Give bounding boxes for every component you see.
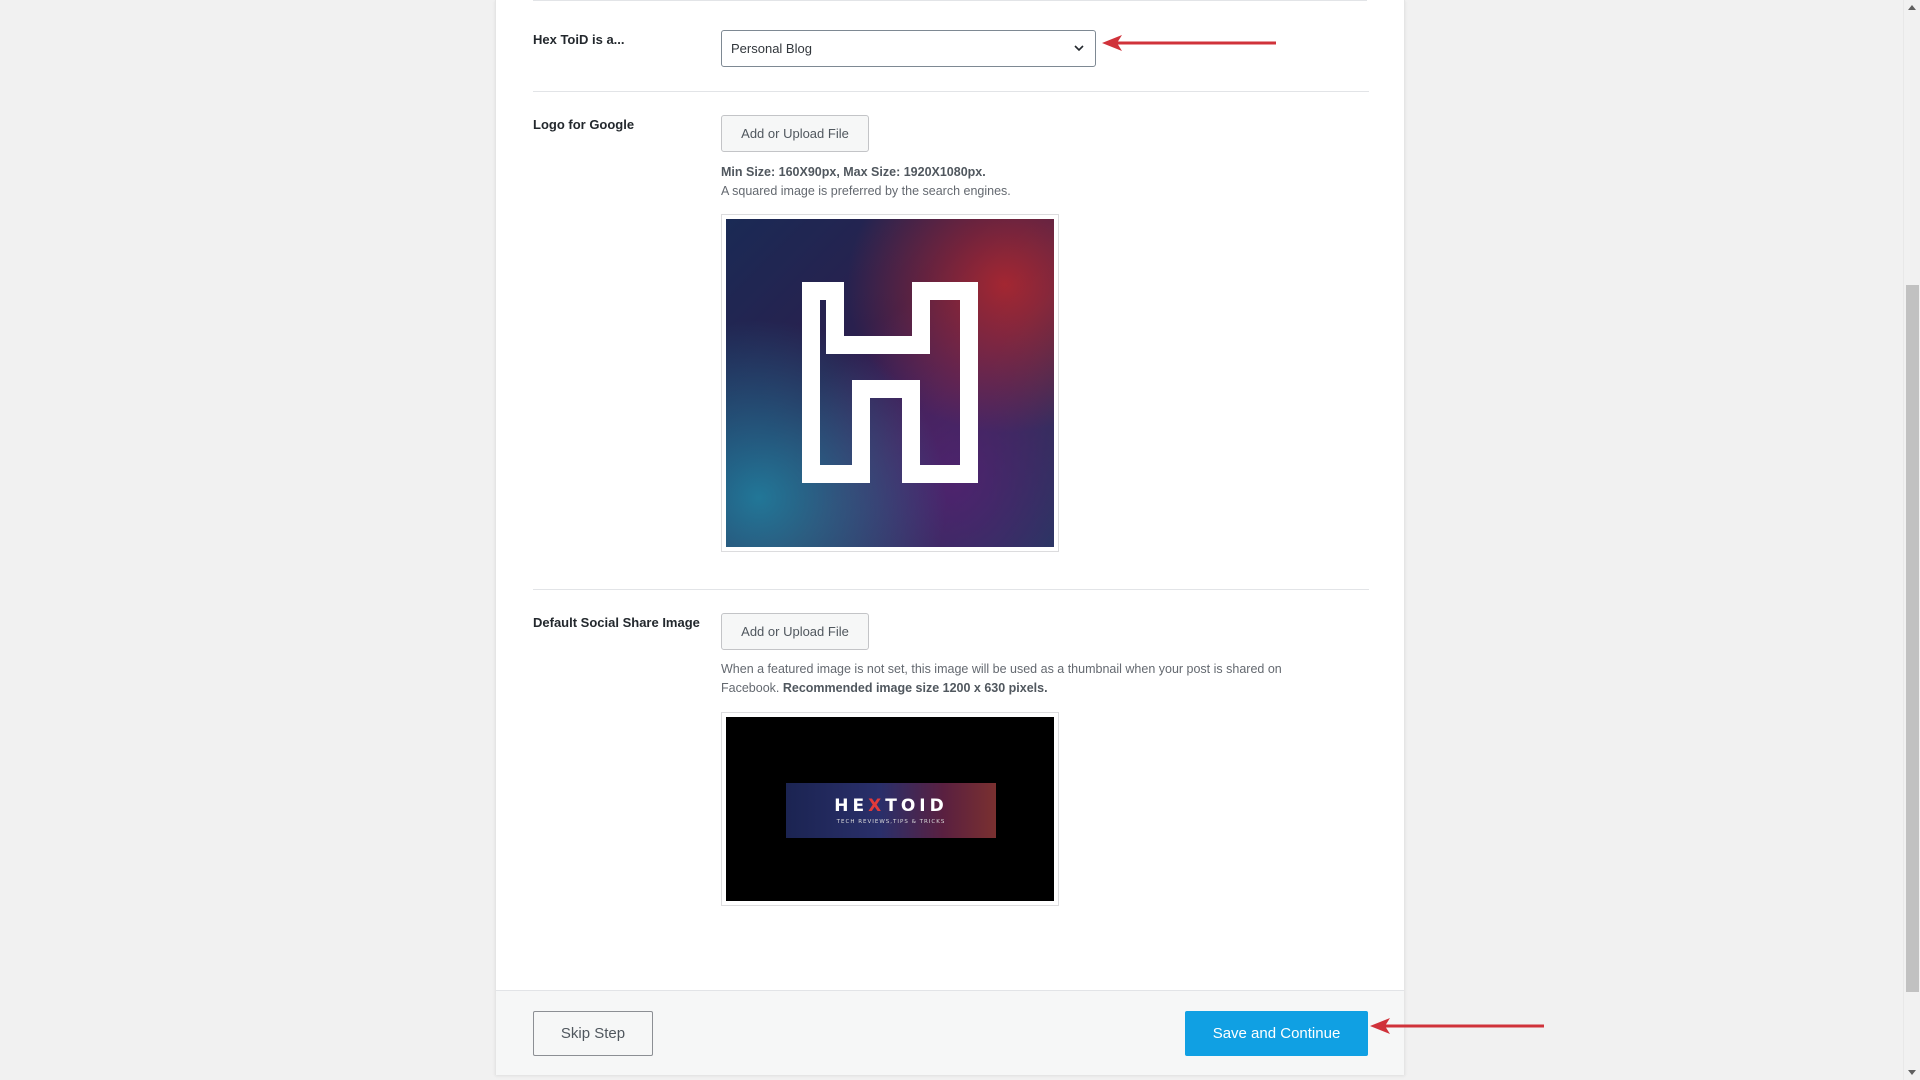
banner-subtitle: TECH REVIEWS,TIPS & TRICKS [836,819,946,825]
hextoid-logo-mark [802,282,978,483]
social-image: HEXTOID TECH REVIEWS,TIPS & TRICKS [726,717,1054,901]
social-description: When a featured image is not set, this i… [721,660,1331,698]
top-divider [533,0,1367,1]
save-and-continue-button[interactable]: Save and Continue [1185,1011,1368,1056]
site-type-label: Hex ToiD is a... [533,32,625,47]
logo-image [726,219,1054,547]
chevron-down-icon [1074,45,1084,52]
arrow-left-icon [1370,1018,1544,1034]
hextoid-banner: HEXTOID TECH REVIEWS,TIPS & TRICKS [786,783,996,838]
page-scrollbar[interactable] [1903,0,1920,1080]
logo-preview[interactable] [721,214,1059,552]
scroll-up-icon[interactable] [1908,5,1916,10]
social-image-preview[interactable]: HEXTOID TECH REVIEWS,TIPS & TRICKS [721,712,1059,906]
social-upload-button[interactable]: Add or Upload File [721,613,869,650]
section-divider [533,589,1369,590]
setup-wizard-card: Hex ToiD is a... Personal Blog Logo for … [495,0,1405,1075]
social-image-label: Default Social Share Image [533,615,700,630]
arrow-left-icon [1102,35,1276,51]
logo-size-text: Min Size: 160X90px, Max Size: 1920X1080p… [721,165,986,179]
logo-hint: A squared image is preferred by the sear… [721,184,1011,198]
scroll-thumb[interactable] [1906,285,1919,992]
social-desc-bold: Recommended image size 1200 x 630 pixels… [782,681,1048,695]
scroll-down-icon[interactable] [1908,1070,1916,1075]
skip-step-button[interactable]: Skip Step [533,1011,653,1056]
site-type-value: Personal Blog [731,41,812,56]
banner-title: HEXTOID [834,796,948,816]
section-divider [533,91,1369,92]
logo-size-note: Min Size: 160X90px, Max Size: 1920X1080p… [721,163,1321,182]
wizard-footer: Skip Step Save and Continue [496,990,1404,1075]
logo-label: Logo for Google [533,117,635,132]
site-type-select[interactable]: Personal Blog [721,30,1096,67]
logo-upload-button[interactable]: Add or Upload File [721,115,869,152]
